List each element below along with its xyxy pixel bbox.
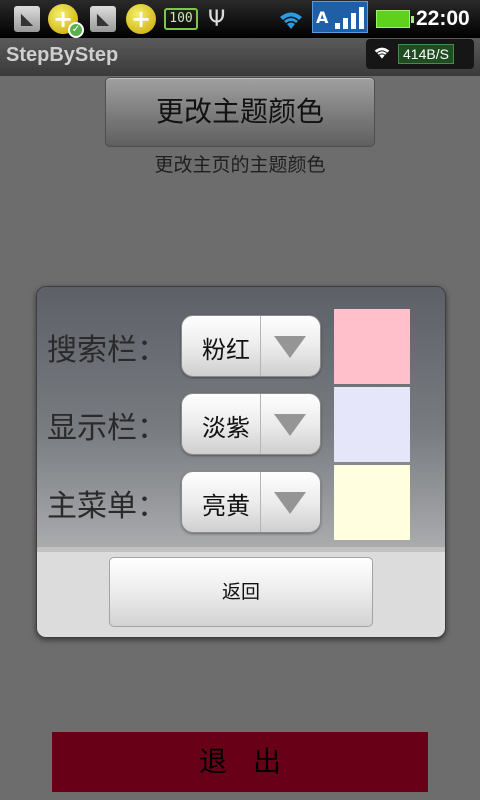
app-title: StepByStep — [6, 44, 119, 66]
spinner-selected-value: 亮黄 — [202, 492, 250, 520]
clock: 22:00 — [416, 7, 470, 30]
network-speed-indicator: 414B/S — [366, 39, 474, 69]
spinner-selected-value: 淡紫 — [202, 414, 250, 442]
wifi-icon — [276, 5, 306, 33]
search-bar-color-swatch — [334, 309, 410, 384]
battery-100-icon: 100 — [164, 5, 198, 33]
theme-color-dialog: 搜索栏： 粉红 显示栏： 淡紫 主菜单： 亮黄 返回 — [36, 286, 446, 638]
display-bar-row: 显示栏： 淡紫 — [37, 387, 445, 463]
wifi-icon — [372, 44, 392, 64]
download-icon: + — [126, 4, 156, 34]
search-bar-color-spinner[interactable]: 粉红 — [181, 315, 321, 377]
title-bar: StepByStep 414B/S — [0, 38, 480, 76]
status-bar: ◣ + ✓ ◣ + 100 Ψ A 22:00 — [0, 0, 480, 38]
signal-icon: A — [312, 1, 368, 33]
display-bar-label: 显示栏： — [47, 411, 167, 446]
dropdown-arrow-icon — [274, 492, 306, 514]
main-menu-color-spinner[interactable]: 亮黄 — [181, 471, 321, 533]
dialog-body: 搜索栏： 粉红 显示栏： 淡紫 主菜单： 亮黄 — [37, 287, 445, 547]
theme-description: 更改主页的主题颜色 — [154, 154, 326, 176]
exit-button[interactable]: 退出 — [52, 732, 428, 792]
battery-icon — [376, 5, 414, 33]
network-speed-value: 414B/S — [398, 44, 454, 64]
main-menu-row: 主菜单： 亮黄 — [37, 465, 445, 541]
back-button[interactable]: 返回 — [109, 557, 373, 627]
dropdown-arrow-icon — [274, 336, 306, 358]
display-bar-color-spinner[interactable]: 淡紫 — [181, 393, 321, 455]
usb-icon: Ψ — [208, 6, 226, 32]
download-complete-icon: + ✓ — [48, 4, 84, 38]
search-bar-label: 搜索栏： — [47, 333, 167, 368]
main-menu-color-swatch — [334, 465, 410, 540]
dropdown-arrow-icon — [274, 414, 306, 436]
spinner-selected-value: 粉红 — [202, 336, 250, 364]
main-menu-label: 主菜单： — [47, 489, 167, 524]
change-theme-button[interactable]: 更改主题颜色 — [105, 77, 375, 147]
battery-small-level: 100 — [164, 8, 198, 30]
signal-type-label: A — [316, 7, 329, 27]
search-bar-row: 搜索栏： 粉红 — [37, 309, 445, 385]
notification-icon: ◣ — [90, 5, 116, 33]
display-bar-color-swatch — [334, 387, 410, 462]
notification-icon: ◣ — [14, 5, 40, 33]
